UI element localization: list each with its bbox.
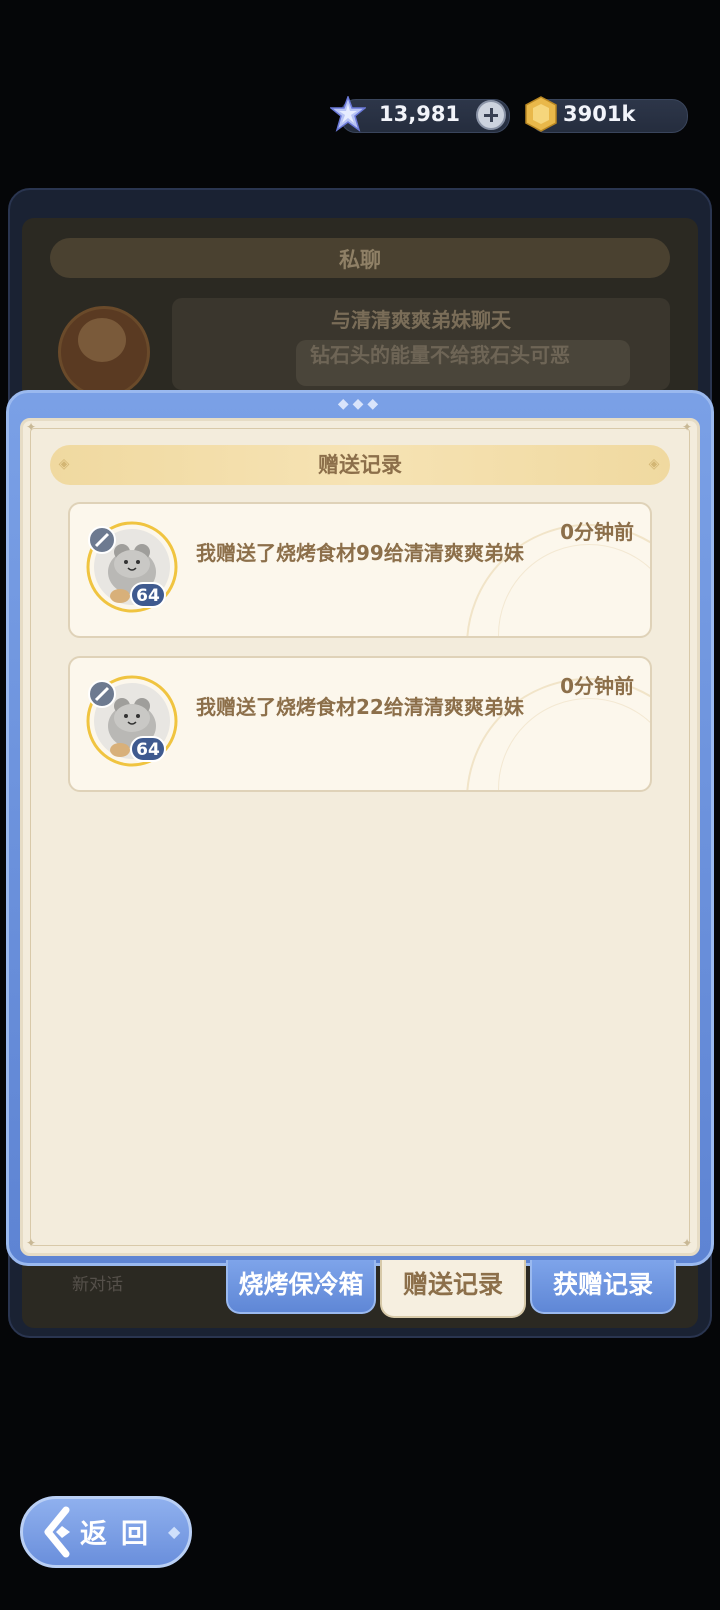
add-gems-button[interactable] bbox=[476, 100, 506, 130]
gold-coin-icon bbox=[525, 96, 557, 132]
gift-record-item: 64 我赠送了烧烤食材99给清清爽爽弟妹 0分钟前 bbox=[68, 502, 652, 638]
back-button-label: 返回 bbox=[80, 1519, 162, 1550]
back-ornament-icon: ◆ bbox=[168, 1522, 181, 1541]
record-text: 我赠送了烧烤食材22给清清爽爽弟妹 bbox=[196, 695, 524, 719]
back-arrow-icon bbox=[44, 1506, 70, 1558]
player-level-badge: 64 bbox=[130, 736, 166, 762]
gem-count: 13,981 bbox=[379, 102, 461, 126]
corner-ornament-icon: ✦ bbox=[26, 1236, 37, 1250]
player-level-badge: 64 bbox=[130, 582, 166, 608]
background-chat-preview: 钻石头的能量不给我石头可恶 bbox=[296, 340, 630, 386]
record-text: 我赠送了烧烤食材99给清清爽爽弟妹 bbox=[196, 541, 524, 565]
ornament-icon: ◆◆◆ bbox=[337, 396, 383, 412]
star-gem-icon bbox=[330, 96, 366, 132]
corner-ornament-icon: ✦ bbox=[26, 420, 37, 434]
tab-sent-records[interactable]: 赠送记录 bbox=[380, 1260, 526, 1318]
record-time: 0分钟前 bbox=[560, 520, 634, 544]
tab-received-records[interactable]: 获赠记录 bbox=[530, 1260, 676, 1314]
gift-record-item: 64 我赠送了烧烤食材22给清清爽爽弟妹 0分钟前 bbox=[68, 656, 652, 792]
background-new-chat-label: 新对话 bbox=[72, 1275, 123, 1295]
gold-count: 3901k bbox=[563, 102, 636, 126]
popup-title: 赠送记录 bbox=[318, 453, 402, 477]
corner-ornament-icon: ✦ bbox=[682, 1236, 693, 1250]
background-avatar-face bbox=[78, 318, 126, 362]
background-title: 私聊 bbox=[339, 248, 381, 272]
corner-ornament-icon: ✦ bbox=[682, 420, 693, 434]
record-time: 0分钟前 bbox=[560, 674, 634, 698]
background-chat-title: 与清清爽爽弟妹聊天 bbox=[331, 308, 511, 332]
tab-bbq-cooler[interactable]: 烧烤保冷箱 bbox=[226, 1260, 376, 1314]
